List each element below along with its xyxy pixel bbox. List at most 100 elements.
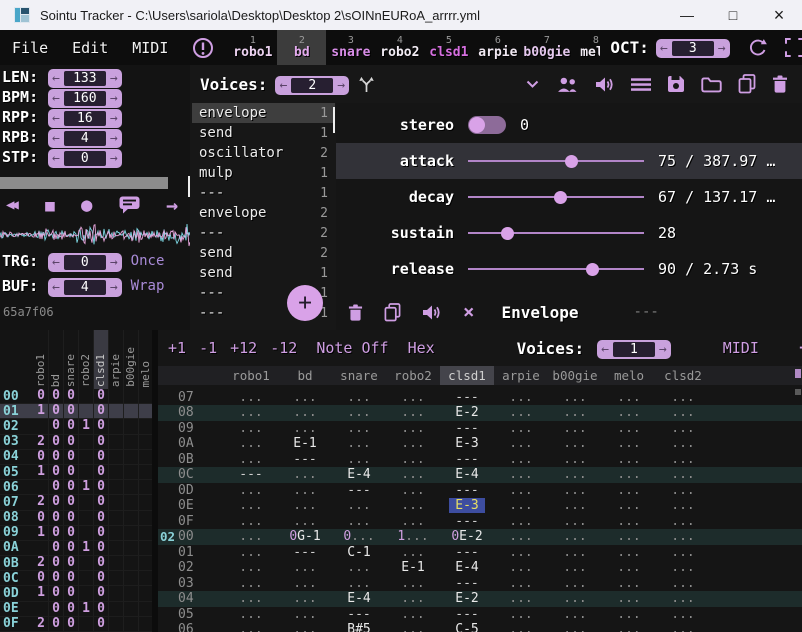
order-cell[interactable]: 0 (94, 586, 109, 600)
pattern-cell[interactable]: ... (548, 622, 602, 632)
pattern-cell[interactable]: C-5 (440, 622, 494, 632)
order-cell[interactable] (139, 511, 152, 525)
order-cell[interactable] (109, 404, 124, 418)
order-cell[interactable]: 1 (79, 480, 94, 494)
pattern-cell[interactable]: ... (548, 405, 602, 421)
pattern-cell[interactable]: ... (602, 390, 656, 406)
pattern-cell[interactable]: ... (278, 421, 332, 437)
pattern-track-header-robo1[interactable]: robo1 (224, 366, 278, 385)
order-row[interactable]: 000000 (0, 389, 152, 404)
transpose-up-12-button[interactable]: +12 (230, 339, 257, 357)
delete-unit-trash-icon[interactable] (348, 304, 363, 321)
pattern-cell[interactable]: ... (278, 405, 332, 421)
pattern-cell[interactable]: ... (386, 390, 440, 406)
pattern-cell[interactable]: ... (224, 405, 278, 421)
pattern-row-number[interactable]: 0F (178, 514, 202, 530)
pattern-cell[interactable]: ... (494, 607, 548, 623)
stepper-increment-button[interactable]: → (659, 343, 667, 356)
order-cell[interactable] (139, 450, 152, 464)
pattern-cell[interactable]: E-2 (440, 405, 494, 421)
pattern-cell[interactable]: ... (494, 421, 548, 437)
hex-toggle-button[interactable]: Hex (408, 339, 435, 357)
pattern-row-number[interactable]: 02 (178, 560, 202, 576)
pattern-cell[interactable]: ... (602, 622, 656, 632)
unit-list-scrollbar[interactable] (188, 176, 190, 197)
order-cell[interactable] (139, 404, 152, 418)
pattern-cell[interactable]: ... (602, 529, 656, 545)
transpose-down-1-button[interactable]: -1 (199, 339, 217, 357)
order-cell[interactable]: 0 (94, 617, 109, 631)
pattern-cell[interactable]: ... (656, 529, 710, 545)
pattern-cell[interactable]: ... (602, 467, 656, 483)
pattern-cell[interactable]: ... (494, 529, 548, 545)
pattern-cell[interactable]: ... (386, 607, 440, 623)
order-cell[interactable]: 0 (34, 571, 49, 585)
order-cell[interactable]: 0 (94, 526, 109, 540)
order-cell[interactable] (34, 602, 49, 616)
order-cell[interactable] (109, 526, 124, 540)
order-cell[interactable]: 0 (94, 419, 109, 433)
pattern-cell[interactable]: E-2 (440, 591, 494, 607)
order-cell[interactable]: 0 (94, 571, 109, 585)
order-cell[interactable]: 1 (34, 586, 49, 600)
pattern-row-number[interactable]: 01 (178, 545, 202, 561)
pattern-cell[interactable]: ... (548, 436, 602, 452)
horizontal-scrollbar[interactable] (0, 177, 168, 189)
stepper-value[interactable]: 0 (64, 255, 106, 270)
pattern-cell[interactable]: ... (548, 545, 602, 561)
order-cell[interactable] (34, 480, 49, 494)
order-cell[interactable] (124, 526, 139, 540)
pattern-cell[interactable]: ... (548, 607, 602, 623)
order-cell[interactable] (124, 602, 139, 616)
order-cell[interactable]: 0 (94, 602, 109, 616)
unit-row[interactable]: ---1 (192, 183, 335, 203)
order-cell[interactable] (109, 435, 124, 449)
pattern-row-number[interactable]: 05 (178, 607, 202, 623)
tab-snare[interactable]: 3snare (326, 30, 375, 65)
order-cell[interactable]: 0 (64, 495, 79, 509)
pattern-cell[interactable]: ... (602, 591, 656, 607)
order-cell[interactable] (109, 480, 124, 494)
pattern-cell[interactable]: E-4 (332, 467, 386, 483)
stepper-value[interactable]: 4 (64, 280, 106, 295)
pattern-cell[interactable]: ... (386, 622, 440, 632)
order-cell[interactable] (124, 617, 139, 631)
stepper-increment-button[interactable]: → (337, 79, 345, 92)
pattern-cell[interactable]: ... (332, 421, 386, 437)
transpose-down-12-button[interactable]: -12 (270, 339, 297, 357)
stepper-decrement-button[interactable]: ← (601, 343, 609, 356)
order-cell[interactable]: 0 (64, 602, 79, 616)
pattern-cell[interactable]: ... (548, 467, 602, 483)
order-cell[interactable] (109, 419, 124, 433)
order-cell[interactable] (124, 450, 139, 464)
pattern-cell[interactable]: E-1 (278, 436, 332, 452)
record-button[interactable]: ● (81, 194, 92, 216)
pattern-cell[interactable]: ... (386, 576, 440, 592)
copy-icon[interactable] (738, 74, 756, 94)
pattern-cell[interactable]: ... (494, 390, 548, 406)
maximize-button[interactable]: □ (710, 0, 756, 30)
order-track-header-b00gie[interactable]: b00gie (124, 330, 139, 389)
pattern-cell[interactable]: --- (440, 483, 494, 499)
pattern-cell[interactable]: ... (278, 576, 332, 592)
trg-mode-label[interactable]: Once (131, 253, 165, 269)
stepper-decrement-button[interactable]: ← (52, 132, 60, 145)
pattern-cell[interactable]: --- (224, 467, 278, 483)
pattern-cell[interactable]: ... (386, 545, 440, 561)
order-cell[interactable]: 1 (79, 602, 94, 616)
pattern-cell[interactable]: 1... (386, 529, 440, 545)
pattern-cell[interactable]: 0G-1 (278, 529, 332, 545)
pattern-cell[interactable]: ... (656, 545, 710, 561)
order-cell[interactable]: 0 (94, 495, 109, 509)
pattern-cell[interactable]: ... (656, 483, 710, 499)
pattern-cell[interactable]: ... (494, 622, 548, 632)
pattern-row-number[interactable]: 06 (178, 622, 202, 632)
order-cell[interactable]: 0 (64, 465, 79, 479)
attack-slider-knob[interactable] (565, 155, 578, 168)
pattern-cell[interactable]: ... (224, 514, 278, 530)
pattern-cell[interactable]: ... (656, 576, 710, 592)
order-cell[interactable] (124, 541, 139, 555)
order-cell[interactable]: 0 (64, 450, 79, 464)
pattern-cell[interactable]: ... (494, 545, 548, 561)
stepper-value[interactable]: 3 (672, 41, 714, 56)
